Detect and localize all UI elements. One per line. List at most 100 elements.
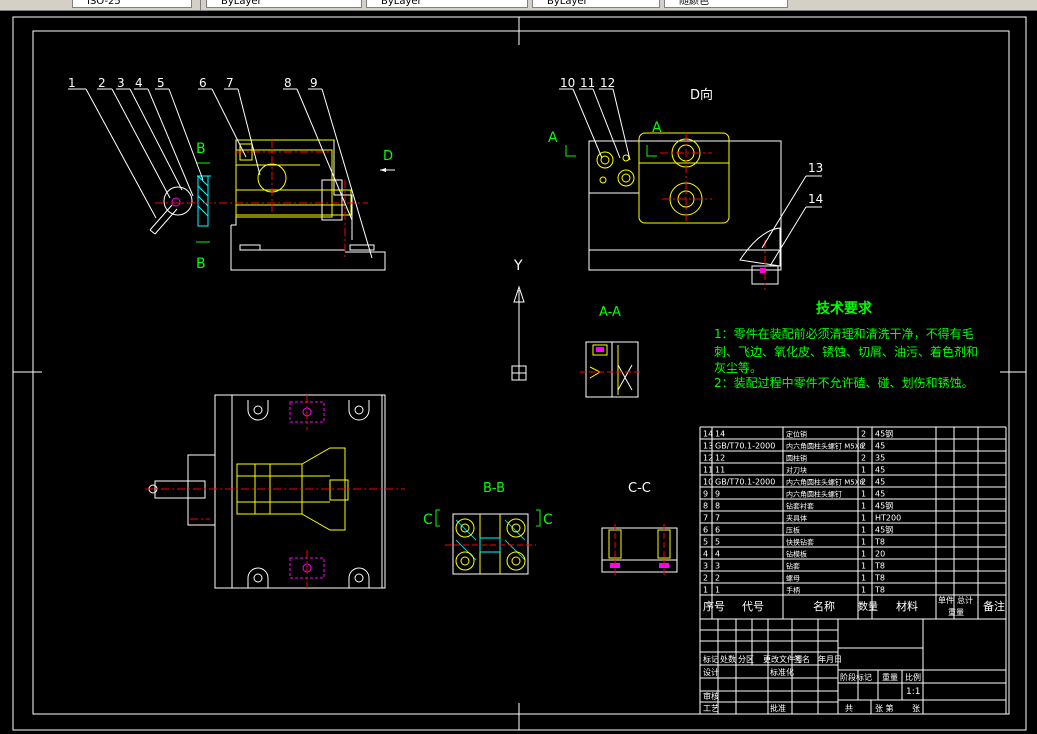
bom-cell-code: GB/T70.1-2000 <box>715 478 775 487</box>
bom-cell-seq: 6 <box>703 526 708 535</box>
bom-cell-seq: 12 <box>703 454 713 463</box>
tb-sheet-unit: 张 <box>912 704 920 713</box>
title-block-grid <box>699 618 1007 715</box>
bom-cell-material: HT200 <box>875 514 901 523</box>
bom-cell-qty: 1 <box>861 538 866 547</box>
section-a-left-label: A <box>548 130 558 146</box>
tb-count: 处数 <box>720 654 736 664</box>
tech-req-line1: 1：零件在装配前必须清理和清洗干净，不得有毛 <box>714 326 974 341</box>
bom-cell-code: 4 <box>715 550 720 559</box>
text-style-dropdown[interactable]: ISO-25 <box>72 0 192 8</box>
balloon-3: 3 <box>117 76 125 90</box>
section-b-top-label: B <box>196 141 206 157</box>
layer-dropdown[interactable]: ByLayer <box>206 0 362 8</box>
tb-date: 年月日 <box>818 654 842 664</box>
bom-cell-name: 压板 <box>786 526 800 535</box>
balloon-6: 6 <box>199 76 207 90</box>
bom-cell-code: 1 <box>715 586 720 595</box>
bom-cell-seq: 4 <box>703 550 708 559</box>
balloon-2: 2 <box>98 76 106 90</box>
bom-cell-material: 45钢 <box>875 525 893 535</box>
bom-cell-seq: 11 <box>703 466 713 475</box>
bom-cell-name: 手柄 <box>786 586 800 595</box>
bom-table <box>699 426 1007 620</box>
bom-cell-seq: 14 <box>703 430 713 439</box>
bom-header-material: 材料 <box>896 599 918 613</box>
balloon-10: 10 <box>560 76 575 90</box>
section-bb[interactable]: B-B C C <box>423 481 553 575</box>
bom-cell-material: 45 <box>875 490 885 499</box>
bom-cell-code: 3 <box>715 562 720 571</box>
bom-cell-name: 夹具体 <box>786 514 807 523</box>
bom-cell-material: T8 <box>874 574 885 583</box>
bom-header-single: 单件 <box>938 595 954 605</box>
bom-cell-qty: 1 <box>861 562 866 571</box>
balloon-8: 8 <box>284 76 292 90</box>
bom-cell-name: 钻套衬套 <box>786 502 814 511</box>
bom-cell-qty: 1 <box>861 466 866 475</box>
bom-cell-code: 14 <box>715 430 725 439</box>
lineweight-dropdown[interactable]: ByLayer <box>532 0 660 8</box>
bom-cell-name: 钻模板 <box>786 550 807 559</box>
bom-cell-qty: 1 <box>861 490 866 499</box>
tb-weight: 重量 <box>882 672 898 682</box>
bom-cell-qty: 2 <box>861 430 866 439</box>
front-view[interactable]: B B D <box>149 139 395 272</box>
tb-ratio: 比例 <box>905 672 921 682</box>
top-view[interactable] <box>145 394 405 589</box>
bom-cell-qty: 1 <box>861 574 866 583</box>
section-b-bottom-label: B <box>196 256 206 272</box>
bom-cell-material: T8 <box>874 562 885 571</box>
tech-requirements: 技术要求 1：零件在装配前必须清理和清洗干净，不得有毛 刺、飞边、氧化皮、锈蚀、… <box>714 300 978 390</box>
balloon-5: 5 <box>157 76 165 90</box>
bom-cell-material: 20 <box>875 550 885 559</box>
bom-cell-qty: 1 <box>861 550 866 559</box>
balloon-12: 12 <box>600 76 615 90</box>
bom-cell-qty: 1 <box>861 514 866 523</box>
bom-cell-material: T8 <box>874 538 885 547</box>
bom-cell-qty: 1 <box>861 526 866 535</box>
bom-cell-name: 内六角圆柱头螺钉 M5X8 <box>786 478 864 487</box>
ucs-y-label: Y <box>513 258 523 274</box>
drawing-canvas[interactable]: B B D 1 2 3 4 5 6 7 8 9 10 11 12 13 14 D… <box>0 11 1037 734</box>
balloon-13: 13 <box>808 161 823 175</box>
bom-cell-qty: 2 <box>861 478 866 487</box>
tb-sheets: 共 <box>845 704 853 713</box>
bom-cell-name: 内六角圆柱头螺钉 M5X8 <box>786 442 864 451</box>
bom-cell-code: 5 <box>715 538 720 547</box>
bom-header-qty: 数量 <box>858 600 878 613</box>
bom-cell-code: 8 <box>715 502 720 511</box>
tech-req-line2: 刺、飞边、氧化皮、锈蚀、切屑、油污、着色剂和 <box>714 344 978 359</box>
bom-cell-material: 45 <box>875 442 885 451</box>
bom-cell-seq: 13 <box>703 442 713 451</box>
bom-cell-seq: 5 <box>703 538 708 547</box>
bom-cell-code: 9 <box>715 490 720 499</box>
tech-req-title: 技术要求 <box>816 300 873 317</box>
bom-cell-code: 6 <box>715 526 720 535</box>
balloon-9: 9 <box>310 76 318 90</box>
bom-cell-seq: 3 <box>703 562 708 571</box>
properties-toolbar: ISO-25 ByLayer ByLayer ByLayer 随颜色 <box>0 0 1037 11</box>
toolbar-separator <box>200 0 201 10</box>
section-a-right-label: A <box>652 120 662 136</box>
bom-cell-name: 螺母 <box>786 574 800 583</box>
linetype-dropdown[interactable]: ByLayer <box>366 0 528 8</box>
ucs-icon: Y <box>511 258 527 381</box>
bom-cell-name: 快换钻套 <box>786 538 814 547</box>
bom-cell-name: 定位销 <box>786 430 807 439</box>
bom-cell-material: 45 <box>875 478 885 487</box>
balloon-1: 1 <box>68 76 76 90</box>
tb-sheet-no: 张 第 <box>875 703 894 713</box>
balloon-7: 7 <box>226 76 234 90</box>
view-d[interactable]: D向 A A <box>548 87 822 290</box>
bom-cell-seq: 7 <box>703 514 708 523</box>
bom-cell-name: 钻套 <box>786 562 800 571</box>
section-cc[interactable]: C-C <box>601 481 678 576</box>
section-aa[interactable]: A-A <box>580 305 642 398</box>
bom-header-total: 总计 <box>957 595 973 605</box>
plotstyle-dropdown[interactable]: 随颜色 <box>664 0 788 8</box>
bom-cell-code: 2 <box>715 574 720 583</box>
bom-cell-qty: 2 <box>861 442 866 451</box>
bom-cell-seq: 2 <box>703 574 708 583</box>
bom-cell-qty: 2 <box>861 454 866 463</box>
